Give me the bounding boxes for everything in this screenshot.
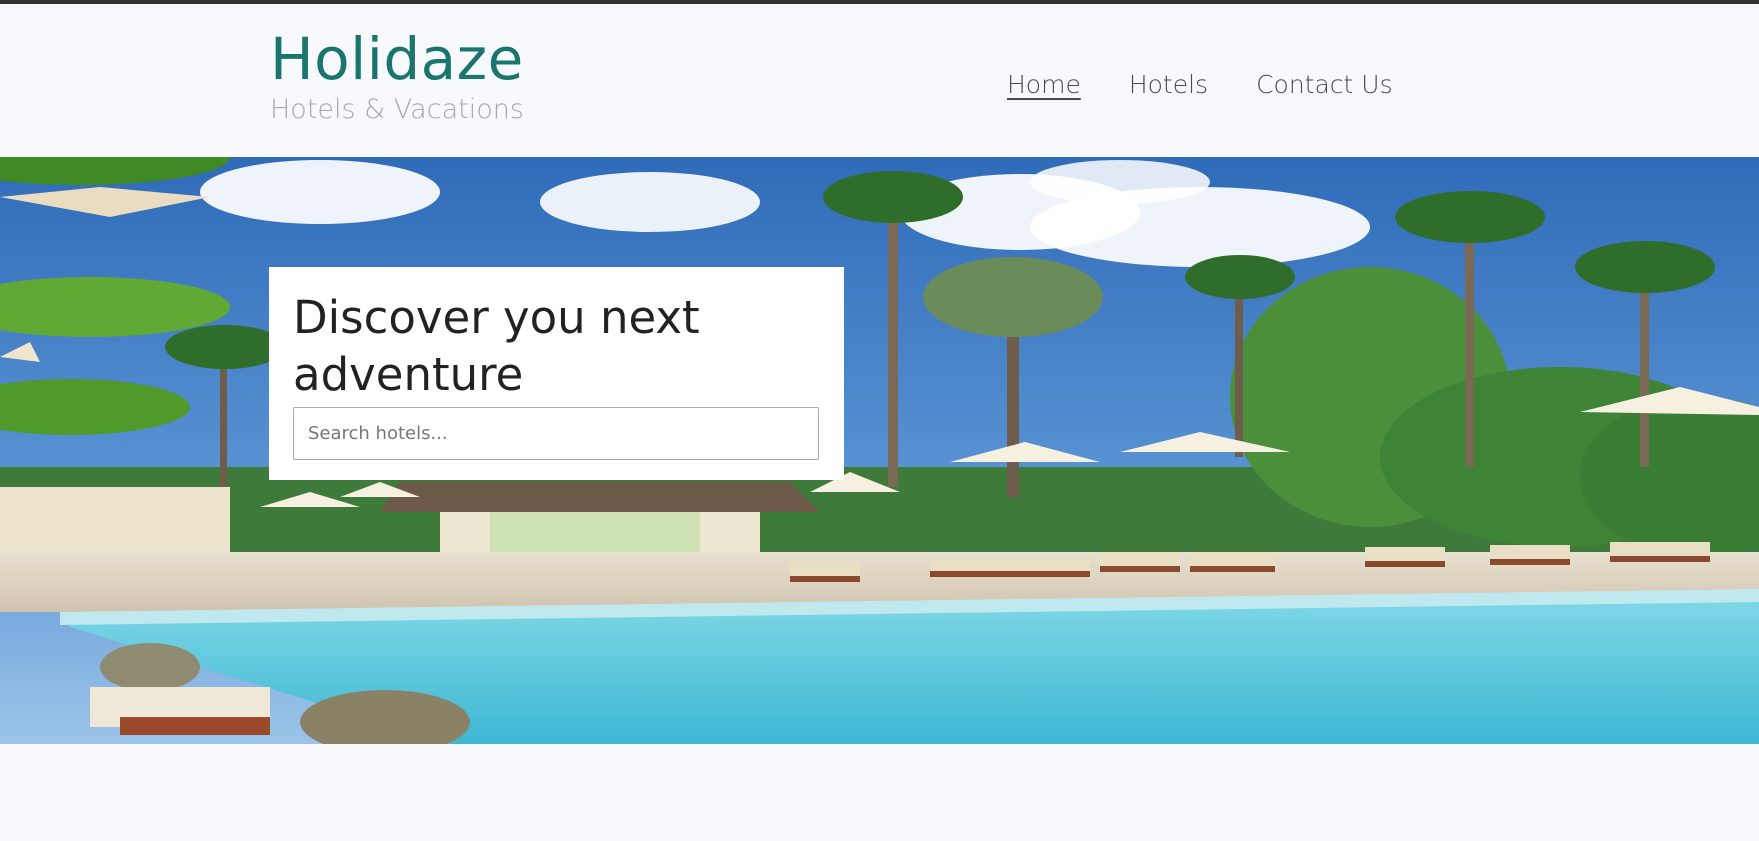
brand-title[interactable]: Holidaze <box>270 30 524 88</box>
main-nav: Home Hotels Contact Us <box>1007 70 1393 99</box>
nav-hotels-link[interactable]: Hotels <box>1129 70 1208 99</box>
nav-home-link[interactable]: Home <box>1007 70 1081 99</box>
hero-search-card: Discover you next adventure <box>269 267 844 480</box>
brand-subtitle: Hotels & Vacations <box>270 94 524 125</box>
nav-contact-link[interactable]: Contact Us <box>1256 70 1393 99</box>
brand[interactable]: Holidaze Hotels & Vacations <box>270 30 524 125</box>
site-header: Holidaze Hotels & Vacations Home Hotels … <box>0 4 1759 157</box>
hero-image <box>0 157 1759 744</box>
search-hotels-input[interactable] <box>293 407 819 460</box>
hero-heading: Discover you next adventure <box>293 291 700 401</box>
hero-section: Discover you next adventure <box>0 157 1759 744</box>
